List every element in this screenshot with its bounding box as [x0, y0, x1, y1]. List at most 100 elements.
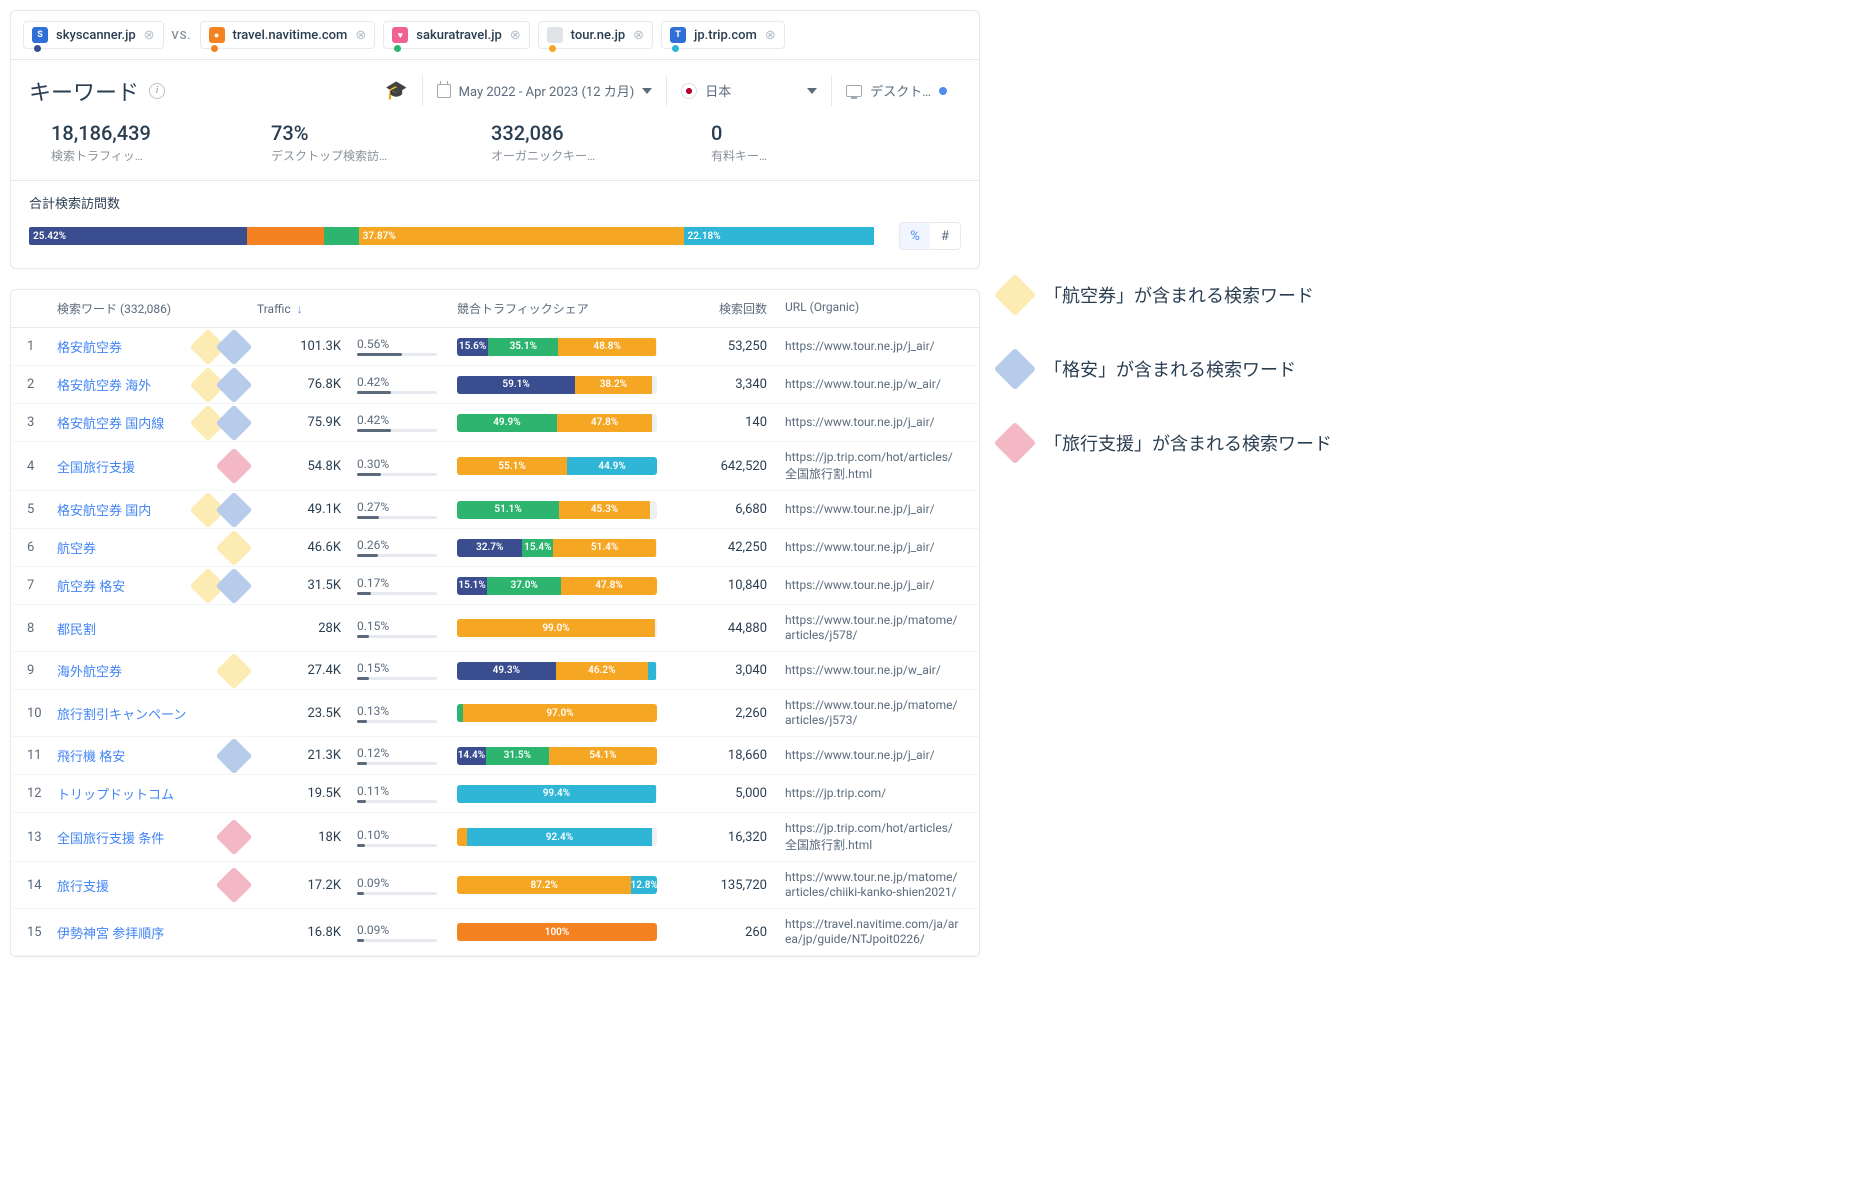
metric-value: 18,186,439: [51, 121, 211, 145]
tag-pink-icon: [216, 448, 253, 485]
keyword-link[interactable]: 旅行割引キャンペーン: [57, 704, 186, 723]
keyword-link[interactable]: 旅行支援: [57, 876, 109, 895]
keyword-link[interactable]: 格安航空券 国内: [57, 500, 151, 519]
organic-url[interactable]: https://www.tour.ne.jp/matome/articles/j…: [785, 613, 957, 642]
total-bar-segment: 37.87%: [359, 227, 684, 245]
keyword-link[interactable]: 航空券: [57, 538, 96, 557]
organic-url[interactable]: https://www.tour.ne.jp/j_air/: [785, 339, 935, 353]
traffic-share-bar: 99.4%: [457, 785, 657, 803]
date-range-picker[interactable]: May 2022 - Apr 2023 (12 カ月): [422, 75, 667, 106]
header-keyword[interactable]: 検索ワード (332,086): [57, 300, 257, 317]
search-count-value: 642,520: [721, 459, 767, 474]
keyword-link[interactable]: 飛行機 格安: [57, 746, 125, 765]
organic-url[interactable]: https://www.tour.ne.jp/w_air/: [785, 377, 941, 391]
table-row: 10 旅行割引キャンペーン 23.5K 0.13% 97.0% 2,260 ht…: [11, 690, 979, 737]
organic-url[interactable]: https://www.tour.ne.jp/matome/articles/j…: [785, 698, 957, 727]
metric-label: オーガニックキー…: [491, 147, 651, 164]
competitor-label: travel.navitime.com: [233, 28, 348, 43]
keyword-link[interactable]: 全国旅行支援: [57, 457, 135, 476]
organic-url[interactable]: https://www.tour.ne.jp/matome/articles/c…: [785, 870, 957, 899]
keyword-link[interactable]: 都民割: [57, 619, 96, 638]
header-share[interactable]: 競合トラフィックシェア: [457, 300, 687, 317]
traffic-pct-value: 0.42%: [357, 375, 457, 389]
country-picker[interactable]: 日本: [666, 75, 831, 106]
remove-competitor-icon[interactable]: ⊗: [355, 28, 366, 43]
header-count[interactable]: 検索回数: [687, 300, 767, 317]
organic-url[interactable]: https://travel.navitime.com/ja/area/jp/g…: [785, 917, 959, 946]
competitor-chip[interactable]: tour.ne.jp ⊗: [538, 21, 653, 49]
keyword-link[interactable]: トリップドットコム: [57, 784, 174, 803]
organic-url[interactable]: https://jp.trip.com/: [785, 786, 886, 800]
series-color-dot: [394, 45, 401, 52]
filters-card: S skyscanner.jp ⊗ VS. ● travel.navitime.…: [10, 10, 980, 269]
traffic-pct-value: 0.13%: [357, 704, 457, 718]
organic-url[interactable]: https://jp.trip.com/hot/articles/全国旅行割.h…: [785, 450, 953, 481]
keyword-link[interactable]: 格安航空券 国内線: [57, 413, 164, 432]
chevron-down-icon: [642, 88, 652, 94]
remove-competitor-icon[interactable]: ⊗: [765, 28, 776, 43]
tag-blue-icon: [216, 491, 253, 528]
keyword-link[interactable]: 航空券 格安: [57, 576, 125, 595]
share-segment: 35.1%: [488, 338, 558, 356]
organic-url[interactable]: https://www.tour.ne.jp/w_air/: [785, 663, 941, 677]
competitor-chip[interactable]: T jp.trip.com ⊗: [661, 21, 785, 49]
keyword-link[interactable]: 伊勢神宮 参拝順序: [57, 923, 164, 942]
header-url[interactable]: URL (Organic): [767, 300, 963, 317]
traffic-pct-value: 0.26%: [357, 538, 457, 552]
traffic-value: 23.5K: [257, 706, 357, 721]
organic-url[interactable]: https://jp.trip.com/hot/articles/全国旅行割.h…: [785, 821, 953, 852]
share-segment: 12.8%: [631, 876, 657, 894]
traffic-pct-bar: [357, 939, 437, 942]
legend-diamond-icon: [994, 348, 1036, 390]
keyword-link[interactable]: 全国旅行支援 条件: [57, 828, 164, 847]
traffic-share-bar: 49.9%47.8%: [457, 414, 657, 432]
header-traffic[interactable]: Traffic ↓: [257, 300, 357, 317]
row-rank: 4: [27, 459, 57, 474]
search-count-value: 260: [745, 925, 767, 940]
share-segment: 44.9%: [567, 457, 657, 475]
search-count-value: 10,840: [728, 578, 767, 593]
sort-descending-icon: ↓: [297, 302, 303, 316]
tag-pink-icon: [216, 819, 253, 856]
metric-value: 73%: [271, 121, 431, 145]
search-count-value: 16,320: [728, 830, 767, 845]
device-picker[interactable]: デスクト…: [831, 75, 961, 106]
remove-competitor-icon[interactable]: ⊗: [510, 28, 521, 43]
traffic-value: 49.1K: [257, 502, 357, 517]
remove-competitor-icon[interactable]: ⊗: [633, 28, 644, 43]
competitor-label: tour.ne.jp: [571, 28, 625, 43]
graduation-cap-icon: 🎓: [385, 80, 407, 101]
organic-url[interactable]: https://www.tour.ne.jp/j_air/: [785, 502, 935, 516]
competitor-label: skyscanner.jp: [56, 28, 136, 43]
keywords-table-card: 検索ワード (332,086) Traffic ↓ 競合トラフィックシェア 検索…: [10, 289, 980, 957]
traffic-pct-bar: [357, 516, 437, 519]
traffic-share-bar: 97.0%: [457, 704, 657, 722]
remove-competitor-icon[interactable]: ⊗: [144, 28, 155, 43]
keyword-link[interactable]: 海外航空券: [57, 661, 122, 680]
competitor-chip[interactable]: S skyscanner.jp ⊗: [23, 21, 164, 49]
traffic-pct-bar: [357, 353, 437, 356]
traffic-pct-bar: [357, 800, 437, 803]
share-segment: 99.0%: [457, 619, 655, 637]
traffic-value: 31.5K: [257, 578, 357, 593]
toggle-percent-button[interactable]: %: [900, 223, 930, 249]
keyword-link[interactable]: 格安航空券: [57, 337, 122, 356]
competitor-chip[interactable]: ♥ sakuratravel.jp ⊗: [383, 21, 529, 49]
toggle-count-button[interactable]: #: [930, 223, 960, 249]
education-button[interactable]: 🎓: [371, 74, 421, 107]
info-icon[interactable]: i: [149, 83, 165, 99]
keyword-link[interactable]: 格安航空券 海外: [57, 375, 151, 394]
organic-url[interactable]: https://www.tour.ne.jp/j_air/: [785, 415, 935, 429]
desktop-icon: [846, 85, 862, 97]
row-rank: 9: [27, 663, 57, 678]
organic-url[interactable]: https://www.tour.ne.jp/j_air/: [785, 540, 935, 554]
organic-url[interactable]: https://www.tour.ne.jp/j_air/: [785, 578, 935, 592]
row-rank: 6: [27, 540, 57, 555]
traffic-value: 76.8K: [257, 377, 357, 392]
traffic-pct-value: 0.56%: [357, 337, 457, 351]
metric-item: 73% デスクトップ検索訪…: [271, 121, 431, 164]
metric-value: 332,086: [491, 121, 651, 145]
traffic-pct-value: 0.09%: [357, 876, 457, 890]
competitor-chip[interactable]: ● travel.navitime.com ⊗: [200, 21, 376, 49]
organic-url[interactable]: https://www.tour.ne.jp/j_air/: [785, 748, 935, 762]
